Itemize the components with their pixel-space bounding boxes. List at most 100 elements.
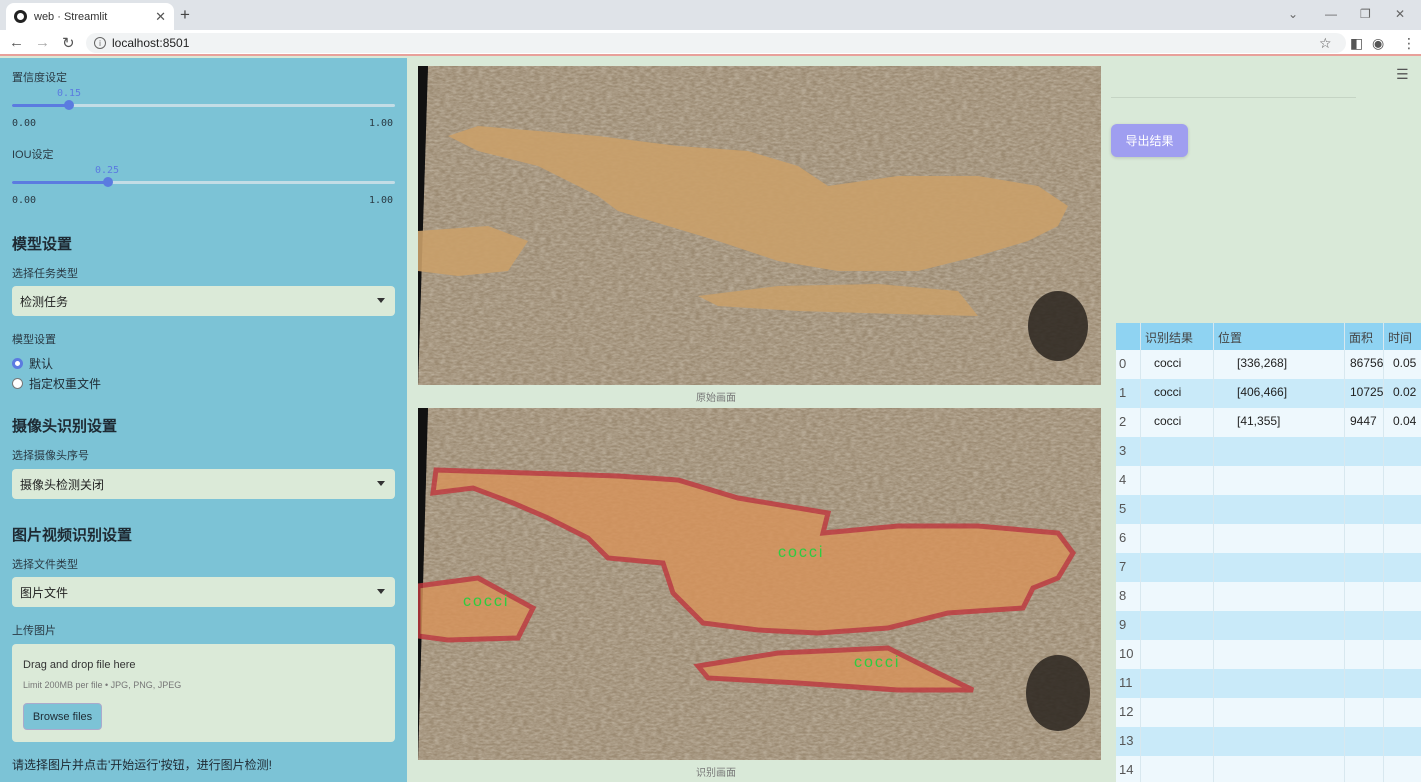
tab-search-chevron-icon[interactable]: ⌄	[1288, 7, 1298, 21]
radio-default-label: 默认	[29, 357, 54, 371]
column-divider	[1213, 323, 1214, 782]
table-row[interactable]: 5	[1116, 495, 1421, 524]
result-image: cocci cocci cocci	[418, 408, 1101, 760]
radio-unselected-icon	[12, 378, 23, 389]
row-index: 1	[1119, 385, 1127, 400]
forward-icon[interactable]: →	[35, 34, 50, 51]
header-result[interactable]: 识别结果	[1145, 329, 1193, 346]
table-row[interactable]: 9	[1116, 611, 1421, 640]
row-index: 6	[1119, 530, 1127, 545]
table-row[interactable]: 8	[1116, 582, 1421, 611]
close-window-button[interactable]: ✕	[1395, 7, 1405, 21]
original-image	[418, 66, 1101, 385]
table-row[interactable]: 7	[1116, 553, 1421, 582]
browser-menu-icon[interactable]: ⋮	[1402, 35, 1416, 52]
confidence-slider[interactable]	[12, 100, 395, 110]
confidence-min: 0.00	[12, 118, 37, 129]
table-row[interactable]: 2 cocci [41,355] 9447 0.04	[1116, 408, 1421, 437]
table-row[interactable]: 6	[1116, 524, 1421, 553]
row-index: 11	[1119, 675, 1133, 690]
export-results-button[interactable]: 导出结果	[1111, 124, 1188, 157]
file-dropzone[interactable]: Drag and drop file here Limit 200MB per …	[12, 644, 395, 742]
result-caption: 识别画面	[696, 768, 736, 779]
row-index: 7	[1119, 559, 1127, 574]
file-type-value: 图片文件	[20, 585, 69, 600]
row-index: 12	[1119, 704, 1134, 719]
iou-slider-thumb[interactable]	[102, 177, 113, 187]
table-row[interactable]: 0 cocci [336,268] 86756 0.05	[1116, 350, 1421, 379]
upload-label: 上传图片	[12, 625, 56, 637]
camera-section-heading: 摄像头识别设置	[12, 418, 118, 435]
radio-default[interactable]: 默认	[12, 355, 53, 372]
model-setting-label: 模型设置	[12, 334, 56, 346]
radio-selected-icon	[12, 358, 23, 369]
file-type-label: 选择文件类型	[12, 559, 78, 571]
new-tab-button[interactable]: +	[180, 5, 190, 25]
table-header: 识别结果 位置 面积 时间	[1116, 323, 1421, 350]
iou-value: 0.25	[95, 165, 120, 176]
table-row[interactable]: 1 cocci [406,466] 10725 0.02	[1116, 379, 1421, 408]
row-index: 4	[1119, 472, 1127, 487]
row-index: 13	[1119, 733, 1134, 748]
confidence-slider-fill	[12, 104, 70, 107]
header-position[interactable]: 位置	[1218, 329, 1242, 346]
row-index: 9	[1119, 617, 1127, 632]
cell-area: 86756	[1350, 356, 1384, 370]
profile-avatar-icon[interactable]: ◉	[1372, 35, 1384, 52]
radio-custom-label: 指定权重文件	[29, 377, 102, 391]
confidence-slider-thumb[interactable]	[64, 100, 75, 110]
cell-time: 0.02	[1393, 385, 1417, 399]
minimize-button[interactable]: —	[1325, 7, 1337, 21]
iou-slider-fill	[12, 181, 108, 184]
table-row[interactable]: 4	[1116, 466, 1421, 495]
cell-area: 10725	[1350, 385, 1384, 399]
table-row[interactable]: 11	[1116, 669, 1421, 698]
chevron-down-icon	[377, 589, 385, 594]
result-image-svg: cocci cocci cocci	[418, 408, 1101, 760]
url-field[interactable]: i localhost:8501	[86, 33, 1346, 53]
row-index: 2	[1119, 414, 1127, 429]
original-image-svg	[418, 66, 1101, 385]
chevron-down-icon	[377, 481, 385, 486]
hint-text: 请选择图片并点击'开始运行'按钮，进行图片检测!	[12, 758, 272, 772]
hamburger-menu-icon[interactable]: ☰	[1396, 66, 1410, 83]
header-area[interactable]: 面积	[1349, 329, 1373, 346]
cell-time: 0.05	[1393, 356, 1417, 370]
table-row[interactable]: 13	[1116, 727, 1421, 756]
iou-slider[interactable]	[12, 177, 395, 187]
radio-custom-weights[interactable]: 指定权重文件	[12, 375, 101, 392]
header-time[interactable]: 时间	[1388, 329, 1412, 346]
confidence-value: 0.15	[57, 88, 82, 99]
table-row[interactable]: 10	[1116, 640, 1421, 669]
reload-icon[interactable]: ↻	[62, 34, 75, 52]
row-index: 8	[1119, 588, 1127, 603]
restore-button[interactable]: ❐	[1360, 7, 1371, 21]
browser-tab[interactable]: web · Streamlit ✕	[6, 3, 174, 30]
camera-value: 摄像头检测关闭	[20, 477, 105, 492]
table-row[interactable]: 14	[1116, 756, 1421, 782]
iou-label: IOU设定	[12, 149, 54, 161]
task-type-select[interactable]: 检测任务	[12, 286, 395, 316]
bookmark-star-icon[interactable]: ☆	[1319, 35, 1332, 52]
row-index: 14	[1119, 762, 1134, 777]
model-section-heading: 模型设置	[12, 236, 73, 253]
table-row[interactable]: 12	[1116, 698, 1421, 727]
cell-result: cocci	[1154, 356, 1182, 370]
sidebar: 置信度设定 0.15 0.00 1.00 IOU设定 0.25 0.00 1.0…	[0, 58, 407, 782]
site-info-icon[interactable]: i	[94, 37, 106, 49]
divider	[1111, 97, 1356, 98]
detection-label-1: cocci	[778, 544, 824, 561]
task-type-value: 检测任务	[20, 294, 69, 309]
row-index: 5	[1119, 501, 1127, 516]
tab-close-icon[interactable]: ✕	[155, 9, 166, 25]
row-index: 3	[1119, 443, 1127, 458]
table-row[interactable]: 3	[1116, 437, 1421, 466]
camera-select[interactable]: 摄像头检测关闭	[12, 469, 395, 499]
side-panel-icon[interactable]: ◧	[1350, 35, 1363, 52]
iou-max: 1.00	[369, 195, 394, 206]
file-type-select[interactable]: 图片文件	[12, 577, 395, 607]
back-icon[interactable]: ←	[9, 34, 24, 51]
browse-files-button[interactable]: Browse files	[23, 703, 102, 730]
tab-title: web · Streamlit	[34, 10, 108, 23]
results-table[interactable]: 识别结果 位置 面积 时间 0 cocci [336,268] 86756 0.05 1 c…	[1116, 323, 1421, 782]
